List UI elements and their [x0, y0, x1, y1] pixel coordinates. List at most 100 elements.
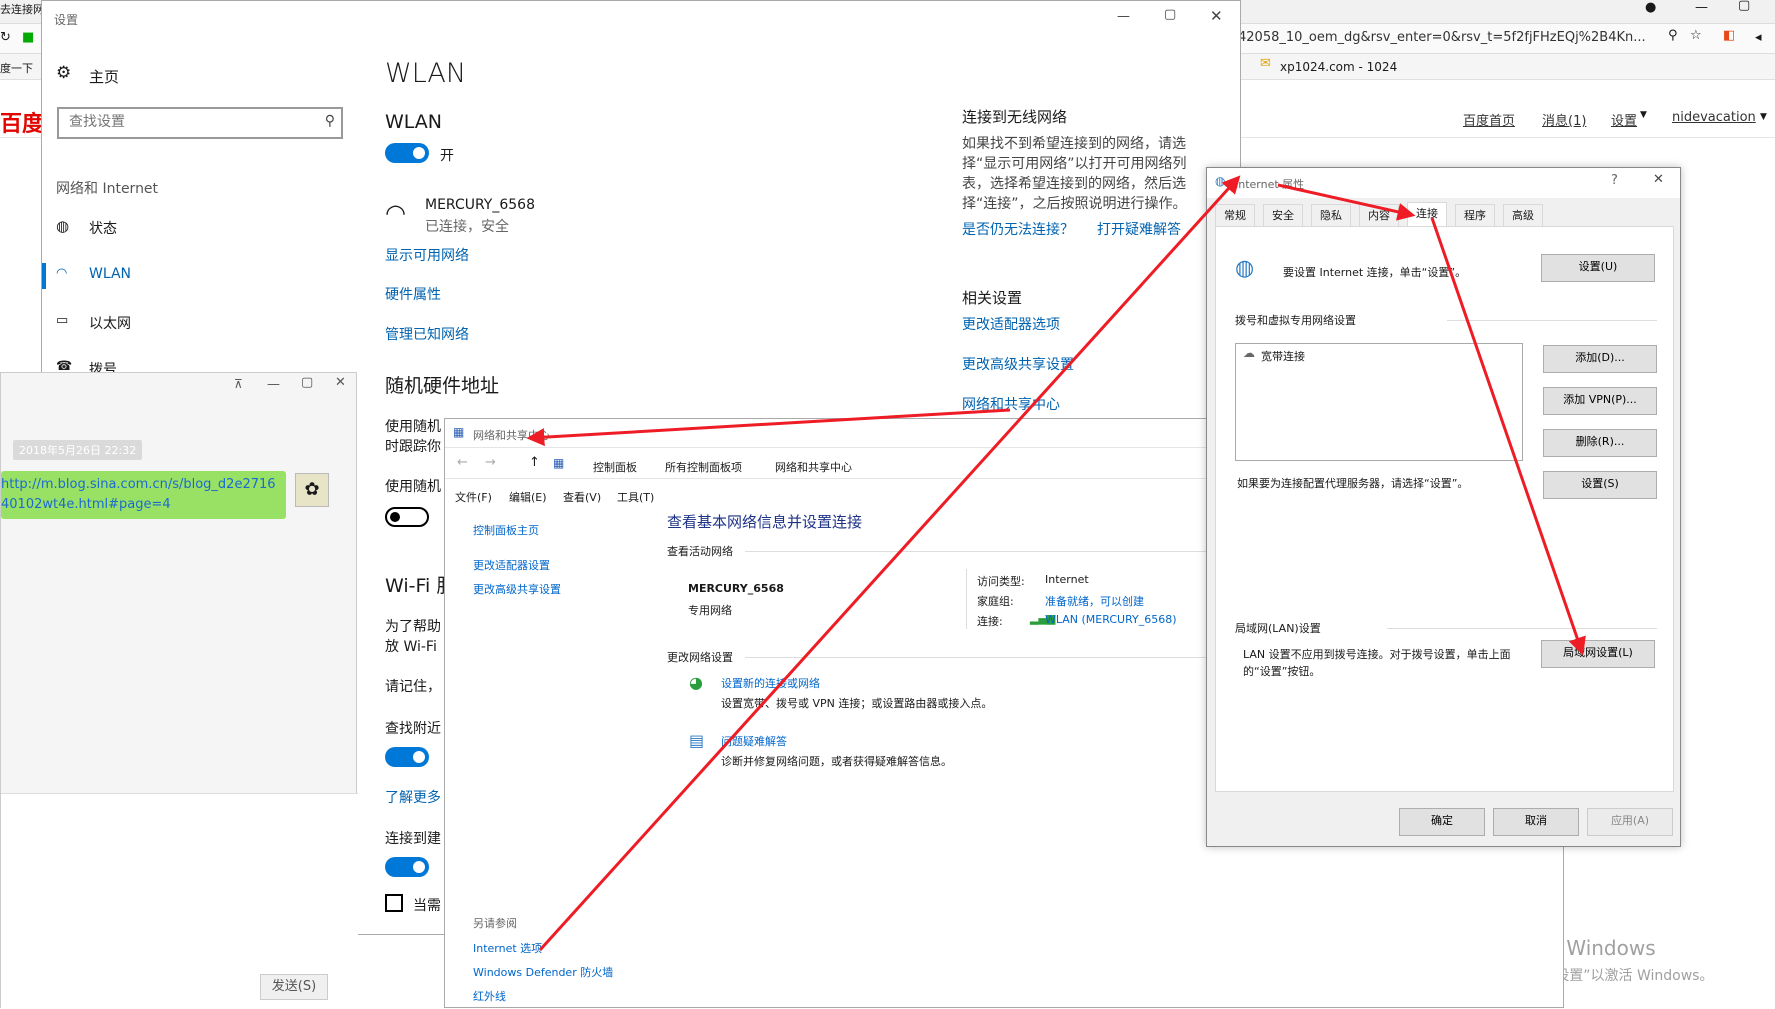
- dialup-divider: [1447, 320, 1657, 321]
- add-vpn-button[interactable]: 添加 VPN(P)...: [1543, 387, 1657, 415]
- menu-edit[interactable]: 编辑(E): [509, 489, 547, 505]
- dialup-item[interactable]: 宽带连接: [1261, 348, 1305, 364]
- task-new-connection-desc: 设置宽带、拨号或 VPN 连接；或设置路由器或接入点。: [721, 697, 993, 710]
- menu-view[interactable]: 查看(V): [563, 489, 601, 505]
- tab-advanced[interactable]: 高级: [1503, 204, 1543, 226]
- breadcrumb-all-items[interactable]: 所有控制面板项: [665, 459, 742, 475]
- baidu-nav-settings[interactable]: 设置: [1611, 110, 1637, 129]
- link-show-networks[interactable]: 显示可用网络: [385, 245, 469, 265]
- tab-general[interactable]: 常规: [1215, 204, 1255, 226]
- see-also-infrared[interactable]: 红外线: [473, 988, 506, 1004]
- browser-tab-title[interactable]: 去连接网: [0, 1, 44, 17]
- maximize-icon[interactable]: ▢: [301, 375, 313, 390]
- lan-settings-button[interactable]: 局域网设置(L): [1541, 640, 1655, 668]
- conn-value[interactable]: WLAN (MERCURY_6568): [1045, 613, 1177, 626]
- up-icon[interactable]: ↑: [529, 455, 540, 470]
- nav-wlan[interactable]: WLAN: [89, 266, 131, 282]
- right-link-cannot-connect[interactable]: 是否仍无法连接？: [962, 219, 1074, 239]
- nav-status[interactable]: 状态: [89, 218, 117, 238]
- link-hardware[interactable]: 硬件属性: [385, 284, 441, 304]
- task-new-connection[interactable]: 设置新的连接或网络: [721, 675, 820, 691]
- maximize-icon[interactable]: ▢: [1164, 7, 1176, 22]
- internet-globe-icon: ◍: [1235, 256, 1255, 281]
- baidu-logo[interactable]: 百度: [0, 106, 44, 138]
- side-sharing[interactable]: 更改高级共享设置: [473, 581, 561, 597]
- when-needed-checkbox[interactable]: [385, 894, 403, 912]
- close-icon[interactable]: ✕: [1210, 7, 1223, 25]
- extension-icon[interactable]: ◂: [1755, 30, 1762, 45]
- minimize-icon[interactable]: —: [1117, 9, 1130, 24]
- related-sharing[interactable]: 更改高级共享设置: [962, 354, 1074, 374]
- random-use: 使用随机: [385, 479, 441, 495]
- tab-programs[interactable]: 程序: [1455, 204, 1495, 226]
- wlan-toggle[interactable]: [385, 143, 429, 163]
- close-icon[interactable]: ✕: [1653, 172, 1664, 187]
- refresh-icon[interactable]: ↻: [0, 30, 11, 45]
- remove-button[interactable]: 删除(R)...: [1543, 429, 1657, 457]
- cancel-button[interactable]: 取消: [1493, 808, 1579, 836]
- baidu-nav-home[interactable]: 百度首页: [1463, 110, 1515, 129]
- network-icon: ▦: [553, 456, 565, 470]
- right-link-troubleshoot[interactable]: 打开疑难解答: [1097, 219, 1181, 239]
- find-nearby-toggle[interactable]: [385, 747, 429, 767]
- menu-file[interactable]: 文件(F): [455, 489, 492, 505]
- related-network-center[interactable]: 网络和共享中心: [962, 394, 1060, 414]
- side-adapter[interactable]: 更改适配器设置: [473, 557, 550, 573]
- send-button[interactable]: 发送(S): [260, 974, 328, 1000]
- connect-toggle[interactable]: [385, 857, 429, 877]
- forward-icon[interactable]: →: [485, 455, 496, 470]
- search-icon[interactable]: ⚲: [325, 113, 335, 129]
- restore-icon[interactable]: ▢: [1738, 0, 1750, 13]
- network-name[interactable]: MERCURY_6568: [425, 197, 535, 213]
- tab-privacy[interactable]: 隐私: [1311, 204, 1351, 226]
- proxy-settings-button[interactable]: 设置(S): [1543, 471, 1657, 499]
- office-icon[interactable]: ◧: [1723, 28, 1735, 43]
- random-desc1: 使用随机: [385, 419, 441, 435]
- side-cp-home[interactable]: 控制面板主页: [473, 522, 539, 538]
- apply-button[interactable]: 应用(A): [1587, 808, 1673, 836]
- address-bar[interactable]: 42058_10_oem_dg&rsv_enter=0&rsv_t=5f2fjF…: [1238, 30, 1646, 45]
- nav-ethernet[interactable]: 以太网: [89, 313, 131, 333]
- tab-content[interactable]: 内容: [1359, 204, 1399, 226]
- search-input[interactable]: [59, 109, 299, 135]
- back-icon[interactable]: ←: [457, 455, 468, 470]
- add-button[interactable]: 添加(D)...: [1543, 345, 1657, 373]
- minimize-icon[interactable]: —: [1695, 0, 1708, 15]
- close-icon[interactable]: ✕: [335, 375, 346, 390]
- learn-more-link[interactable]: 了解更多: [385, 787, 441, 807]
- link-manage-networks[interactable]: 管理已知网络: [385, 324, 469, 344]
- task-troubleshoot-desc: 诊断并修复网络问题，或者获得疑难解答信息。: [721, 755, 952, 768]
- bookmark-xp[interactable]: xp1024.com - 1024: [1280, 60, 1397, 74]
- globe-icon: ◍: [56, 217, 70, 235]
- search-box[interactable]: ⚲: [57, 107, 343, 139]
- breadcrumb-nsc[interactable]: 网络和共享中心: [775, 459, 852, 475]
- zoom-icon[interactable]: ⚲: [1668, 28, 1678, 43]
- help-icon[interactable]: ?: [1611, 173, 1618, 188]
- chat-message[interactable]: http://m.blog.sina.com.cn/s/blog_d2e2716…: [1, 475, 281, 515]
- wifi-desc2: 放 Wi-Fi: [385, 639, 437, 655]
- access-value: Internet: [1045, 573, 1089, 586]
- random-toggle[interactable]: [385, 507, 429, 527]
- star-icon[interactable]: ☆: [1690, 28, 1702, 43]
- tab-security[interactable]: 安全: [1263, 204, 1303, 226]
- ok-button[interactable]: 确定: [1399, 808, 1485, 836]
- chat-bubble[interactable]: http://m.blog.sina.com.cn/s/blog_d2e2716…: [1, 471, 286, 519]
- user-icon[interactable]: ●: [1645, 0, 1656, 15]
- see-also-firewall[interactable]: Windows Defender 防火墙: [473, 964, 613, 980]
- see-also-internet-options[interactable]: Internet 选项: [473, 940, 542, 956]
- baidu-nav-messages[interactable]: 消息(1): [1542, 110, 1586, 129]
- related-adapter[interactable]: 更改适配器选项: [962, 314, 1060, 334]
- tab-connections[interactable]: 连接: [1407, 202, 1447, 227]
- pin-icon[interactable]: ⊼: [234, 377, 243, 391]
- breadcrumb-control-panel[interactable]: 控制面板: [593, 459, 637, 475]
- homegroup-value[interactable]: 准备就绪，可以创建: [1045, 593, 1144, 609]
- setup-button[interactable]: 设置(U): [1541, 254, 1655, 282]
- baidu-nav-user[interactable]: nidevacation: [1672, 110, 1756, 125]
- task-troubleshoot[interactable]: 问题疑难解答: [721, 733, 787, 749]
- bookmark-left[interactable]: 度一下: [0, 60, 33, 76]
- minimize-icon[interactable]: —: [267, 377, 280, 392]
- inet-title: Internet 属性: [1235, 178, 1305, 191]
- avatar[interactable]: ✿: [295, 473, 329, 507]
- menu-tools[interactable]: 工具(T): [617, 489, 654, 505]
- settings-home[interactable]: 主页: [89, 66, 119, 87]
